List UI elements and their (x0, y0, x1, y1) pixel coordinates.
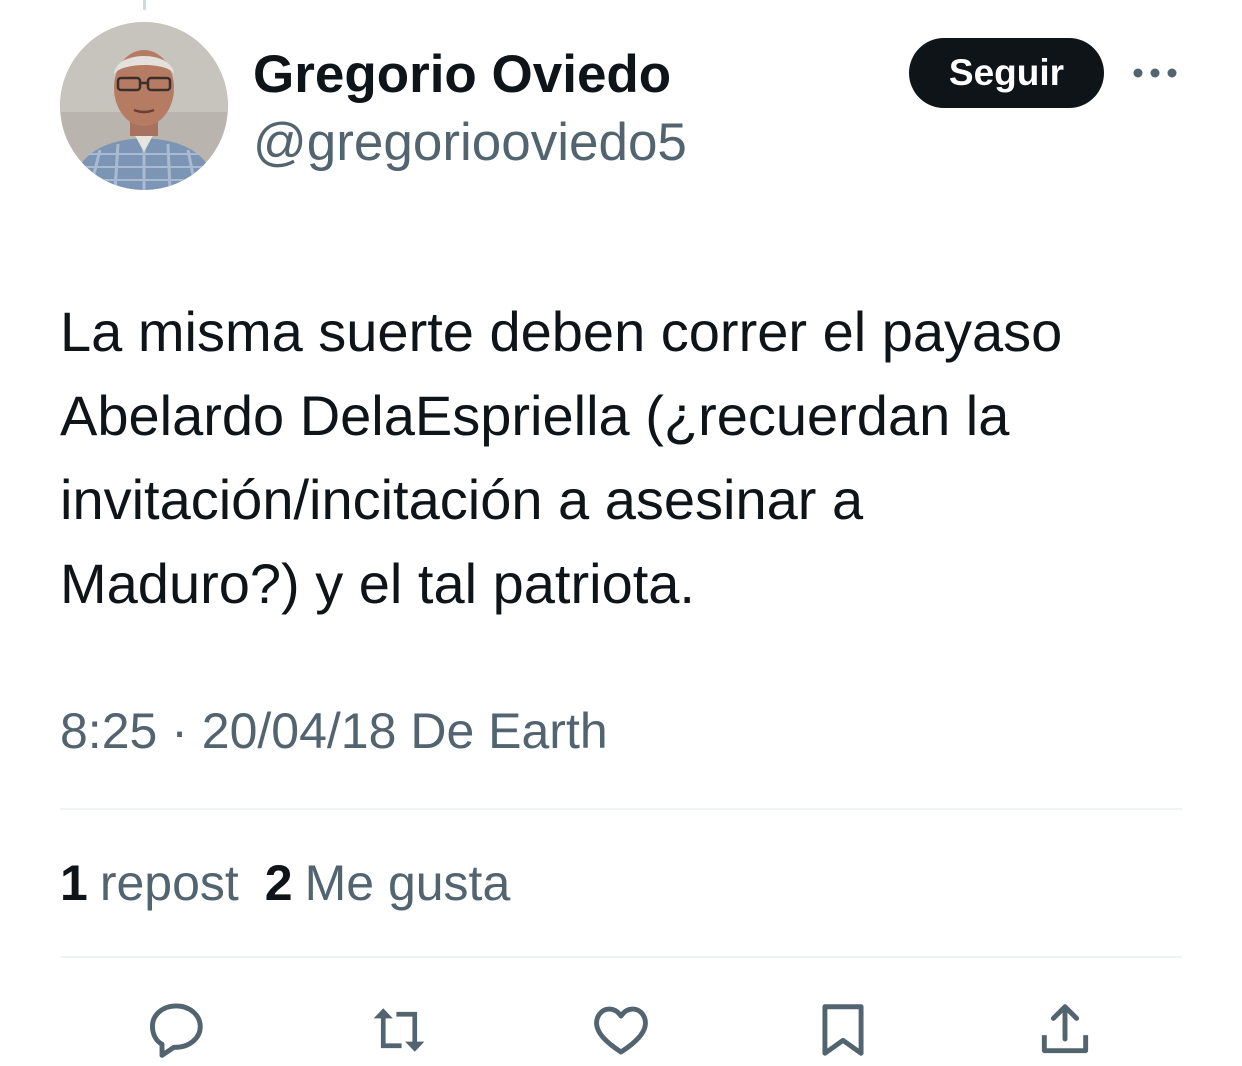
reposts-count: 1 (60, 855, 88, 911)
likes-count: 2 (264, 855, 293, 911)
more-horizontal-icon (1133, 68, 1177, 78)
likes-stat[interactable]: 2 Me gusta (265, 854, 510, 912)
tweet-text-line: La misma suerte deben correr el payaso (60, 300, 1063, 363)
avatar[interactable] (60, 22, 228, 190)
tweet-source: De Earth (410, 703, 608, 759)
likes-label: Me gusta (304, 855, 511, 911)
like-icon (594, 1006, 648, 1055)
reply-icon (150, 1003, 203, 1058)
tweet-text-line: Abelardo DelaEspriella (¿recuerdan la (60, 384, 1010, 447)
user-avatar-photo-icon (60, 22, 228, 190)
tweet-date[interactable]: 20/04/18 (202, 703, 397, 759)
repost-icon (373, 1008, 425, 1052)
divider (60, 808, 1182, 810)
tweet-actions-bar (0, 998, 1242, 1062)
reply-button[interactable] (145, 998, 209, 1062)
reposts-label: repost (99, 855, 239, 911)
like-button[interactable] (589, 998, 653, 1062)
tweet-text-line: invitación/incitación a asesinar a (60, 468, 864, 531)
timestamp-separator: · (171, 703, 188, 759)
more-options-button[interactable] (1130, 60, 1180, 86)
repost-button[interactable] (367, 998, 431, 1062)
share-icon (1041, 1004, 1089, 1054)
tweet-time[interactable]: 8:25 (60, 703, 157, 759)
tweet-text: La misma suerte deben correr el payaso A… (60, 290, 1200, 626)
thread-connector-line (143, 0, 146, 10)
divider (60, 956, 1182, 958)
tweet-text-line: Maduro?) y el tal patriota. (60, 552, 695, 615)
tweet-timestamp[interactable]: 8:25 · 20/04/18 De Earth (60, 702, 608, 760)
bookmark-icon (822, 1004, 864, 1056)
engagement-stats: 1 repost 2 Me gusta (60, 854, 536, 912)
reposts-stat[interactable]: 1 repost (60, 854, 239, 912)
share-button[interactable] (1033, 998, 1097, 1062)
author-handle[interactable]: @gregoriooviedo5 (253, 112, 687, 173)
follow-button[interactable]: Seguir (909, 38, 1104, 108)
author-display-name[interactable]: Gregorio Oviedo (253, 44, 671, 105)
bookmark-button[interactable] (811, 998, 875, 1062)
